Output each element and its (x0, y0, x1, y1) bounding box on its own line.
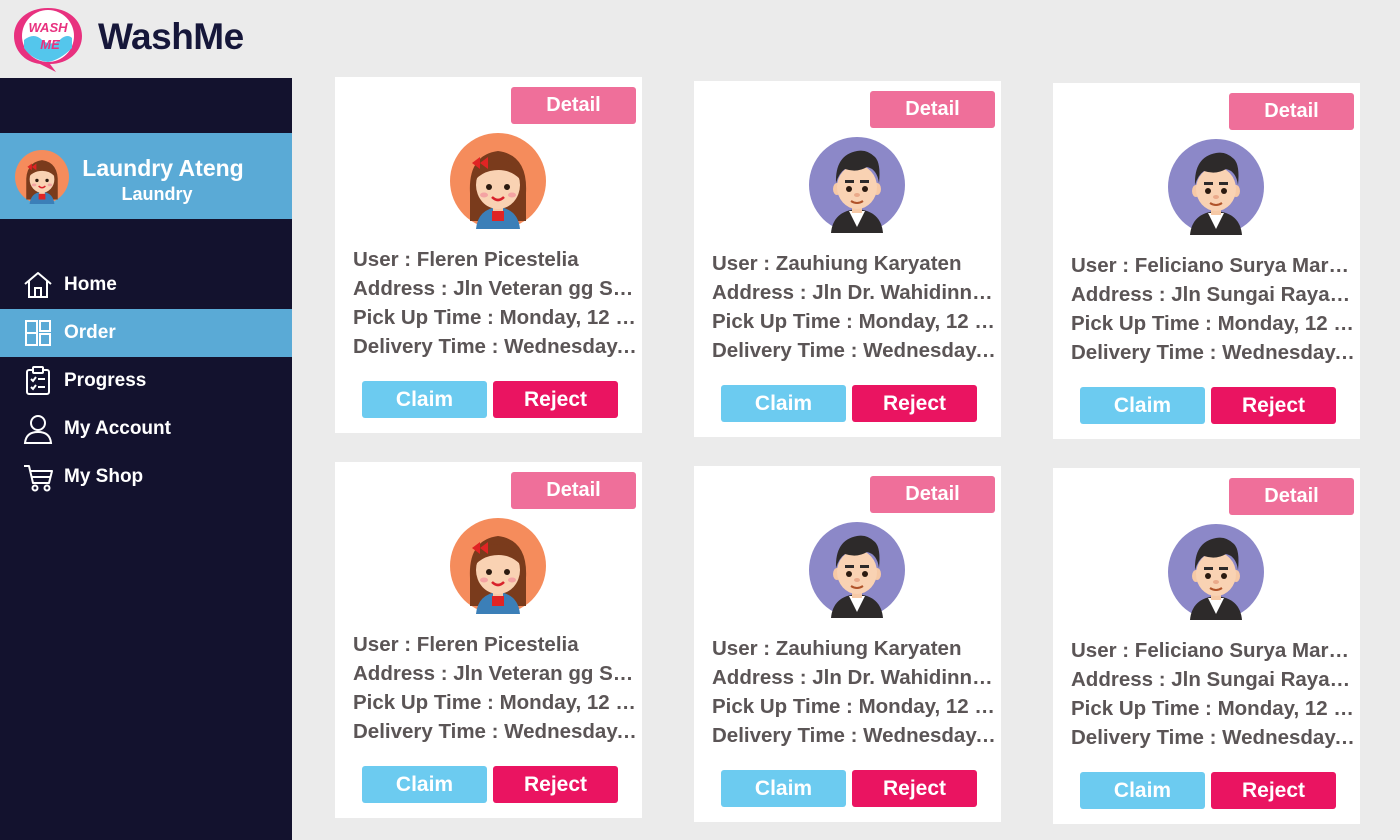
detail-button[interactable]: Detail (1229, 93, 1354, 130)
sidebar-item-my-shop[interactable]: My Shop (0, 453, 292, 501)
app-title: WashMe (98, 16, 244, 57)
order-pickup-time: Pick Up Time : Monday, 12 Fe... (712, 695, 996, 718)
order-pickup-time: Pick Up Time : Monday, 12 F... (1071, 697, 1355, 720)
order-address: Address : Jln Veteran gg Sy... (353, 662, 637, 685)
claim-button[interactable]: Claim (1080, 772, 1205, 809)
order-delivery-time: Delivery Time : Wednesday,... (353, 335, 637, 358)
order-user: User : Fleren Picestelia (353, 248, 579, 271)
order-pickup-time: Pick Up Time : Monday, 12 F... (1071, 312, 1355, 335)
reject-button[interactable]: Reject (852, 385, 977, 422)
avatar (1168, 139, 1264, 235)
claim-button[interactable]: Claim (362, 381, 487, 418)
order-user: User : Zauhiung Karyaten (712, 637, 962, 660)
washme-logo-icon: WASH ME (14, 8, 82, 72)
reject-button[interactable]: Reject (1211, 772, 1336, 809)
order-info: User : Fleren Picestelia Address : Jln V… (353, 245, 637, 361)
order-delivery-time: Delivery Time : Wednesday, ... (712, 724, 996, 747)
svg-text:WASH: WASH (29, 20, 69, 35)
svg-text:ME: ME (40, 37, 60, 52)
order-card: Detail User : Zauhiung Karyaten Address … (694, 466, 1001, 822)
order-card: Detail User : Zauhiung Karyaten Address … (694, 81, 1001, 437)
profile-card[interactable]: Laundry Ateng Laundry (0, 133, 292, 219)
order-card: Detail User : Feliciano Surya Marce... A… (1053, 83, 1360, 439)
detail-button[interactable]: Detail (511, 87, 636, 124)
order-delivery-time: Delivery Time : Wednesday, 1... (712, 339, 996, 362)
reject-button[interactable]: Reject (493, 381, 618, 418)
order-delivery-time: Delivery Time : Wednesday, ... (353, 720, 637, 743)
reject-button[interactable]: Reject (1211, 387, 1336, 424)
avatar (1168, 524, 1264, 620)
user-icon (23, 415, 53, 444)
order-pickup-time: Pick Up Time : Monday, 12 F... (353, 691, 637, 714)
order-address: Address : Jln Veteran gg Sy... (353, 277, 637, 300)
sidebar-item-progress[interactable]: Progress (0, 357, 292, 405)
claim-button[interactable]: Claim (721, 385, 846, 422)
avatar (15, 150, 69, 204)
detail-button[interactable]: Detail (511, 472, 636, 509)
order-user: User : Feliciano Surya Marce... (1071, 254, 1355, 277)
order-delivery-time: Delivery Time : Wednesday, ... (1071, 341, 1355, 364)
claim-button[interactable]: Claim (1080, 387, 1205, 424)
reject-button[interactable]: Reject (493, 766, 618, 803)
order-card: Detail User : Feliciano Surya Marce... A… (1053, 468, 1360, 824)
order-pickup-time: Pick Up Time : Monday, 12 F... (353, 306, 637, 329)
claim-button[interactable]: Claim (721, 770, 846, 807)
sidebar-item-label: Progress (64, 370, 147, 391)
detail-button[interactable]: Detail (870, 91, 995, 128)
sidebar-item-order[interactable]: Order (0, 309, 292, 357)
order-info: User : Feliciano Surya Marce... Address … (1071, 251, 1355, 367)
sidebar-item-label: My Account (64, 418, 171, 439)
order-address: Address : Jln Sungai Raya D... (1071, 283, 1355, 306)
logo-bar: WASH ME WashMe (0, 0, 292, 78)
sidebar-item-label: Order (64, 322, 116, 343)
profile-role: Laundry (121, 184, 193, 204)
sidebar-item-label: Home (64, 274, 117, 295)
avatar (809, 522, 905, 618)
order-card: Detail User : Fleren Picestelia Address … (335, 77, 642, 433)
home-icon (24, 272, 52, 298)
sidebar-item-home[interactable]: Home (0, 261, 292, 309)
order-info: User : Zauhiung Karyaten Address : Jln D… (712, 249, 996, 365)
order-address: Address : Jln Dr. Wahidinnnn... (712, 666, 996, 689)
order-info: User : Zauhiung Karyaten Address : Jln D… (712, 634, 996, 750)
sidebar-nav: Home Order Progress My Account My Shop (0, 261, 292, 501)
order-address: Address : Jln Dr. Wahidinnnn... (712, 281, 996, 304)
sidebar: Laundry Ateng Laundry Home Order Progres… (0, 78, 292, 840)
order-card: Detail User : Fleren Picestelia Address … (335, 462, 642, 818)
sidebar-item-label: My Shop (64, 466, 144, 487)
order-delivery-time: Delivery Time : Wednesday, ... (1071, 726, 1355, 749)
checklist-icon (26, 366, 50, 395)
avatar (450, 133, 546, 229)
detail-button[interactable]: Detail (870, 476, 995, 513)
order-address: Address : Jln Sungai Raya D... (1071, 668, 1355, 691)
cart-icon (24, 465, 53, 492)
avatar (450, 518, 546, 614)
order-pickup-time: Pick Up Time : Monday, 12 Fe... (712, 310, 996, 333)
dashboard-icon (25, 320, 51, 346)
order-info: User : Fleren Picestelia Address : Jln V… (353, 630, 637, 746)
avatar (809, 137, 905, 233)
order-user: User : Zauhiung Karyaten (712, 252, 962, 275)
order-info: User : Feliciano Surya Marce... Address … (1071, 636, 1355, 752)
order-user: User : Fleren Picestelia (353, 633, 579, 656)
claim-button[interactable]: Claim (362, 766, 487, 803)
order-user: User : Feliciano Surya Marce... (1071, 639, 1355, 662)
sidebar-item-my-account[interactable]: My Account (0, 405, 292, 453)
profile-name: Laundry Ateng (82, 155, 244, 181)
detail-button[interactable]: Detail (1229, 478, 1354, 515)
reject-button[interactable]: Reject (852, 770, 977, 807)
